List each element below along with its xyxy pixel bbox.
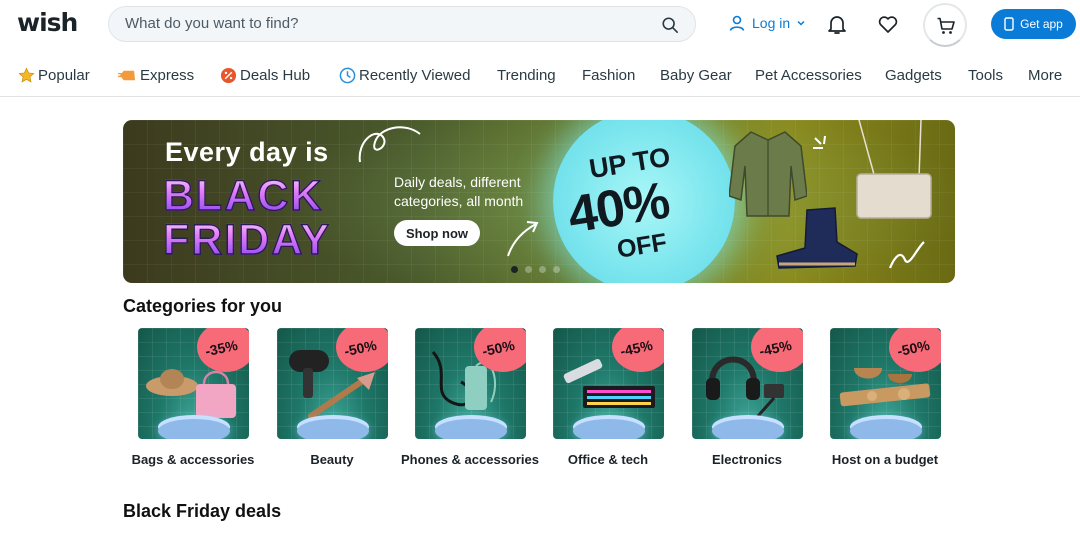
express-icon xyxy=(118,70,136,81)
header: wish Log in Get app xyxy=(0,0,1080,50)
login-label: Log in xyxy=(752,15,791,31)
pedestal xyxy=(572,419,645,439)
nav-item-more[interactable]: More xyxy=(1028,67,1062,84)
nav-item-fashion[interactable]: Fashion xyxy=(582,67,635,84)
nav-item-baby-gear[interactable]: Baby Gear xyxy=(660,67,732,84)
shop-now-button[interactable]: Shop now xyxy=(394,220,480,246)
category-label: Bags & accessories xyxy=(131,452,255,467)
nav-label: Express xyxy=(140,67,195,84)
nav-item-tools[interactable]: Tools xyxy=(968,67,1003,84)
login-button[interactable]: Log in xyxy=(728,14,806,32)
pedestal xyxy=(296,419,369,439)
nav-label: Deals Hub xyxy=(240,67,311,84)
pedestal xyxy=(849,419,922,439)
category-label: Phones & accessories xyxy=(400,452,540,467)
banner-subtitle: Daily deals, different categories, all m… xyxy=(394,174,524,209)
banner-black-text: BLACK xyxy=(162,171,324,221)
get-app-button[interactable]: Get app xyxy=(991,9,1076,39)
nav-item-recently-viewed[interactable]: Recently Viewed xyxy=(339,67,470,84)
carousel-dot-4[interactable] xyxy=(553,266,560,273)
user-icon xyxy=(729,15,745,31)
squiggle-decoration xyxy=(358,126,421,163)
category-image[interactable]: -45% xyxy=(691,328,803,439)
arrow-decoration xyxy=(507,221,539,257)
category-label: Electronics xyxy=(711,452,783,467)
nav-item-gadgets[interactable]: Gadgets xyxy=(885,67,942,84)
search-input[interactable] xyxy=(125,15,645,32)
nav-label: Pet Accessories xyxy=(755,67,862,84)
pedestal xyxy=(711,419,784,439)
category-image[interactable]: -35% xyxy=(137,328,249,439)
nav-label: Popular xyxy=(38,67,90,84)
categories-title: Categories for you xyxy=(123,296,283,316)
search-bar[interactable] xyxy=(108,6,696,42)
category-nav: Popular Express Deals Hub Recently Viewe… xyxy=(0,60,1080,97)
cart-button[interactable] xyxy=(923,3,967,47)
cart-icon xyxy=(937,17,955,34)
black-friday-banner[interactable]: Every day is BLACK FRIDAY Daily deals, d… xyxy=(123,120,955,283)
carousel-dots xyxy=(511,266,560,273)
nav-label: More xyxy=(1028,67,1063,84)
star-icon xyxy=(18,67,35,83)
category-label: Office & tech xyxy=(567,452,649,467)
nav-item-pet-accessories[interactable]: Pet Accessories xyxy=(755,67,862,84)
deals-icon xyxy=(220,67,237,84)
category-phones[interactable]: -50% Phones & accessories xyxy=(400,328,540,467)
banner-headline: Every day is xyxy=(165,137,329,167)
nav-label: Gadgets xyxy=(885,67,942,84)
jacket-image xyxy=(729,131,807,217)
carousel-dot-3[interactable] xyxy=(539,266,546,273)
wish-logo[interactable]: wish xyxy=(17,8,78,37)
nav-item-express[interactable]: Express xyxy=(118,67,194,84)
nav-item-trending[interactable]: Trending xyxy=(497,67,556,84)
category-image[interactable]: -45% xyxy=(552,328,664,439)
nav-label: Recently Viewed xyxy=(359,67,471,84)
category-beauty[interactable]: -50% Beauty xyxy=(262,328,402,467)
clock-icon xyxy=(339,67,356,84)
purse-image xyxy=(856,120,932,219)
get-app-label: Get app xyxy=(1020,17,1063,31)
category-label: Host on a budget xyxy=(831,452,939,467)
nav-item-deals-hub[interactable]: Deals Hub xyxy=(220,67,310,84)
pedestal xyxy=(157,419,230,439)
phone-icon xyxy=(1004,17,1014,31)
nav-label: Fashion xyxy=(582,67,636,84)
category-electronics[interactable]: -45% Electronics xyxy=(677,328,817,467)
heart-icon[interactable] xyxy=(876,12,900,36)
bell-icon[interactable] xyxy=(825,12,849,36)
category-office-tech[interactable]: -45% Office & tech xyxy=(538,328,678,467)
search-icon[interactable] xyxy=(661,16,679,34)
nav-label: Tools xyxy=(968,67,1004,84)
category-label: Beauty xyxy=(310,452,354,467)
scribble-decoration xyxy=(888,241,925,269)
nav-label: Trending xyxy=(497,67,556,84)
carousel-dot-1[interactable] xyxy=(511,266,518,273)
black-friday-deals-title: Black Friday deals xyxy=(123,501,282,521)
carousel-dot-2[interactable] xyxy=(525,266,532,273)
banner-friday-text: FRIDAY xyxy=(162,215,332,265)
chevron-down-icon xyxy=(797,20,805,26)
category-bags[interactable]: -35% Bags & accessories xyxy=(123,328,263,467)
category-image[interactable]: -50% xyxy=(414,328,526,439)
category-host-on-budget[interactable]: -50% Host on a budget xyxy=(815,328,955,467)
category-image[interactable]: -50% xyxy=(276,328,388,439)
nav-label: Baby Gear xyxy=(660,67,732,84)
boot-image xyxy=(776,207,858,269)
sparkle-decoration xyxy=(813,135,826,149)
nav-item-popular[interactable]: Popular xyxy=(18,67,90,84)
category-image[interactable]: -50% xyxy=(829,328,941,439)
pedestal xyxy=(434,419,507,439)
